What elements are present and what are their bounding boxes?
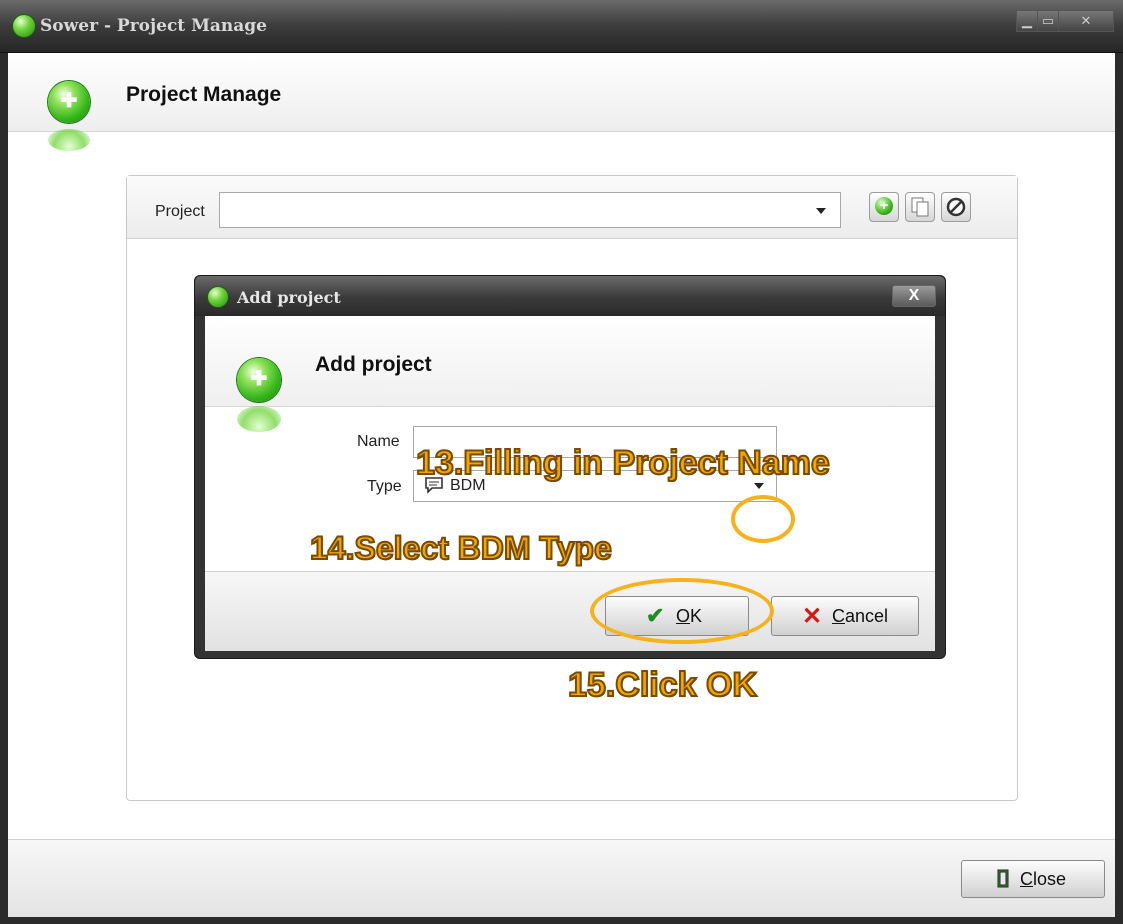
title-bar[interactable]: Sower - Project Manage ▁ ▭ ✕: [0, 0, 1123, 53]
annotation-circle-ok: [590, 578, 774, 644]
delete-icon: [946, 197, 966, 217]
add-icon: +: [875, 197, 893, 215]
project-toolbar: Project +: [127, 176, 1017, 239]
delete-project-button[interactable]: [941, 192, 971, 222]
orb-reflection: [237, 406, 281, 432]
annotation-step15: 15.Click OK: [567, 665, 758, 705]
window-title: Sower - Project Manage: [40, 16, 267, 36]
copy-icon: [911, 197, 929, 217]
app-orb-icon: [207, 286, 229, 308]
annotation-step14: 14.Select BDM Type: [309, 529, 613, 567]
close-button[interactable]: Close: [961, 860, 1105, 898]
dialog-client: ✚ Add project Name Type BDM ✔ OK ✕ Cance…: [205, 316, 935, 651]
close-button-label: Close: [1020, 869, 1067, 889]
project-select[interactable]: [219, 192, 841, 228]
chevron-down-icon[interactable]: [816, 208, 826, 214]
project-label: Project: [155, 203, 205, 220]
app-orb-icon: ✚: [48, 81, 90, 123]
page-title: Project Manage: [126, 83, 282, 106]
dialog-title: Add project: [237, 288, 341, 307]
page-header: ✚ Project Manage: [8, 53, 1115, 151]
cancel-button[interactable]: ✕ Cancel: [771, 596, 919, 636]
dialog-close-button[interactable]: X: [892, 285, 936, 307]
app-orb-icon: [12, 14, 36, 38]
annotation-circle-type: [731, 495, 795, 543]
door-icon: [997, 869, 1009, 888]
main-window: Sower - Project Manage ▁ ▭ ✕ ✚ Project M…: [0, 0, 1123, 924]
add-project-button[interactable]: +: [869, 192, 899, 222]
chevron-down-icon[interactable]: [754, 483, 764, 489]
app-orb-icon: ✚: [237, 358, 281, 402]
maximize-button[interactable]: ▭: [1037, 10, 1059, 32]
dialog-header: ✚ Add project: [205, 316, 935, 432]
name-label: Name: [357, 433, 400, 450]
copy-project-button[interactable]: [905, 192, 935, 222]
dialog-footer: ✔ OK ✕ Cancel: [205, 571, 935, 651]
orb-reflection: [48, 129, 90, 151]
minimize-button[interactable]: ▁: [1016, 10, 1038, 32]
window-close-button[interactable]: ✕: [1058, 10, 1114, 32]
cross-icon: ✕: [802, 603, 823, 630]
annotation-step13: 13.Filling in Project Name: [415, 443, 831, 483]
dialog-header-title: Add project: [315, 353, 432, 376]
dialog-title-bar[interactable]: Add project X: [195, 276, 945, 316]
bottom-bar: Close: [8, 839, 1115, 917]
type-label: Type: [367, 478, 402, 495]
cancel-button-label: Cancel: [832, 606, 889, 626]
